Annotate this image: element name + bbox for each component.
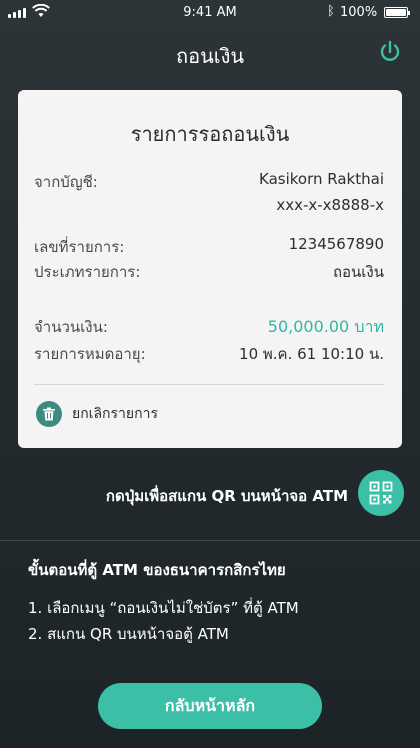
qr-scan-icon xyxy=(369,481,393,505)
steps-title: ขั้นตอนที่ตู้ ATM ของธนาคารกสิกรไทย xyxy=(28,561,286,579)
ref-label: เลขที่รายการ: xyxy=(34,238,125,256)
card-divider xyxy=(34,384,384,385)
expire-label: รายการหมดอายุ: xyxy=(34,345,146,363)
page-title: ถอนเงิน xyxy=(175,44,245,68)
step-item: 2. สแกน QR บนหน้าจอตู้ ATM xyxy=(28,625,229,643)
type-label: ประเภทรายการ: xyxy=(34,263,141,281)
bluetooth-icon: ᛒ xyxy=(327,4,335,19)
battery-icon xyxy=(384,7,410,18)
account-number: xxx-x-x8888-x xyxy=(276,196,384,214)
ref-value: 1234567890 xyxy=(288,235,384,253)
account-name: Kasikorn Rakthai xyxy=(259,170,384,188)
card-title: รายการรอถอนเงิน xyxy=(130,122,290,146)
power-icon xyxy=(380,40,400,61)
step-item: 1. เลือกเมนู “ถอนเงินไม่ใช่บัตร” ที่ตู้ … xyxy=(28,599,299,617)
amount-label: จำนวนเงิน: xyxy=(34,318,108,336)
logout-button[interactable] xyxy=(375,37,405,67)
trash-icon xyxy=(36,401,62,427)
qr-prompt: กดปุ่มเพื่อสแกน QR บนหน้าจอ ATM xyxy=(105,487,348,505)
pending-withdrawal-card: รายการรอถอนเงิน จากบัญชี: Kasikorn Rakth… xyxy=(18,90,402,448)
status-bar: 9:41 AM ᛒ 100% xyxy=(0,0,420,26)
battery-percentage: 100% xyxy=(340,5,378,20)
cancel-label: ยกเลิกรายการ xyxy=(72,406,158,422)
back-to-home-button[interactable]: กลับหน้าหลัก xyxy=(98,683,322,729)
scan-qr-button[interactable] xyxy=(358,470,404,516)
section-divider xyxy=(0,540,420,541)
cancel-transaction-button[interactable]: ยกเลิกรายการ xyxy=(36,401,158,427)
expire-value: 10 พ.ค. 61 10:10 น. xyxy=(239,345,384,363)
from-account-label: จากบัญชี: xyxy=(34,173,98,191)
type-value: ถอนเงิน xyxy=(332,263,384,281)
amount-value: 50,000.00 บาท xyxy=(267,317,384,336)
